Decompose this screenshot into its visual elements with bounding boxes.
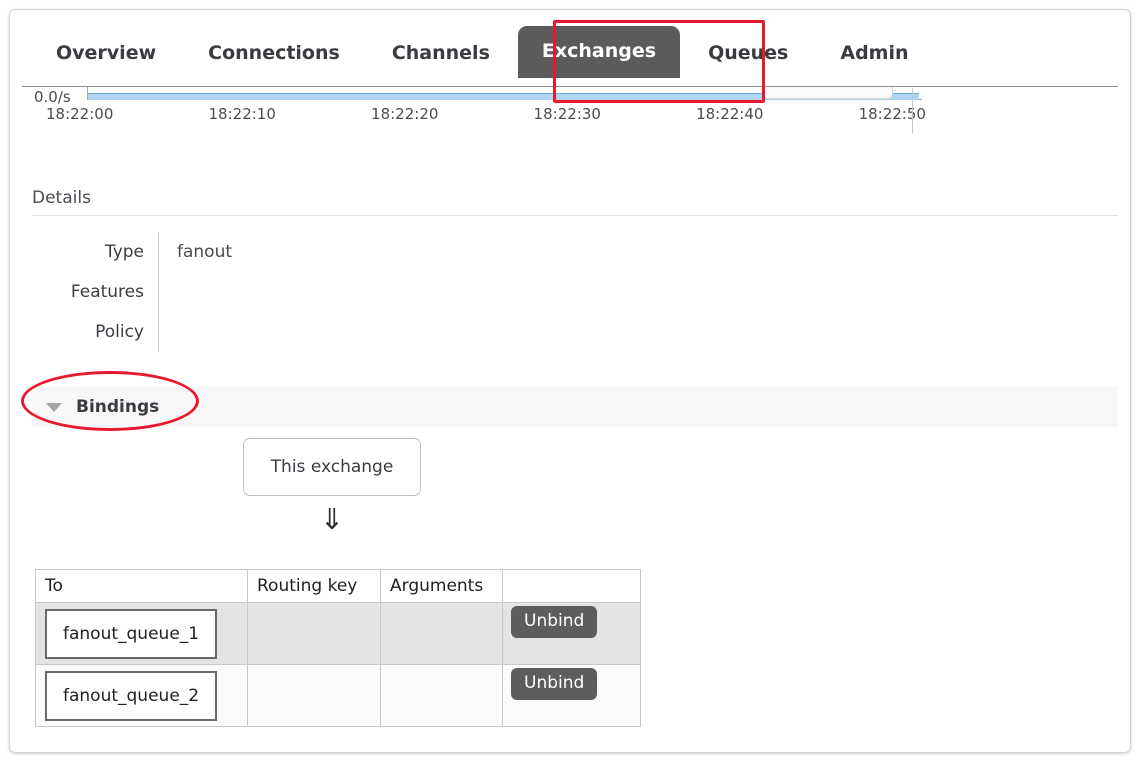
- binding-to-cell: fanout_queue_1: [36, 603, 248, 665]
- column-header-routing-key: Routing key: [248, 570, 381, 603]
- binding-arguments-cell: [381, 603, 503, 665]
- binding-arguments-cell: [381, 665, 503, 727]
- tab-exchanges[interactable]: Exchanges: [518, 26, 680, 78]
- details-row-policy: Policy: [32, 312, 397, 352]
- binding-actions-cell: Unbind: [503, 665, 641, 727]
- this-exchange-node: This exchange: [243, 438, 421, 496]
- binding-routing-key-cell: [248, 603, 381, 665]
- binding-routing-key-cell: [248, 665, 381, 727]
- binding-to-cell: fanout_queue_2: [36, 665, 248, 727]
- queue-link-fanout-queue-1[interactable]: fanout_queue_1: [45, 609, 217, 659]
- details-label-policy: Policy: [32, 312, 159, 352]
- message-rate-chart: 0.0/s 18:22:00 18:22:10 18:22:20 18:22:3…: [22, 87, 1118, 145]
- nav-tab-list: Overview Connections Channels Exchanges …: [32, 27, 937, 78]
- chart-x-tick: 18:22:50: [859, 105, 926, 123]
- details-row-type: Type fanout: [32, 232, 397, 272]
- browser-page-frame: Overview Connections Channels Exchanges …: [9, 9, 1131, 753]
- details-label-features: Features: [32, 272, 159, 312]
- chart-panel-divider: [912, 88, 913, 134]
- binding-actions-cell: Unbind: [503, 603, 641, 665]
- details-row-features: Features: [32, 272, 397, 312]
- chart-x-tick: 18:22:10: [209, 105, 276, 123]
- tab-connections[interactable]: Connections: [184, 30, 364, 78]
- unbind-button[interactable]: Unbind: [511, 668, 597, 700]
- unbind-button[interactable]: Unbind: [511, 606, 597, 638]
- tab-admin[interactable]: Admin: [816, 30, 932, 78]
- bindings-table-header-row: To Routing key Arguments: [36, 570, 641, 603]
- details-label-type: Type: [32, 232, 159, 272]
- main-navigation: Overview Connections Channels Exchanges …: [10, 10, 1130, 78]
- chevron-down-icon: [46, 403, 62, 412]
- details-value-features: [159, 272, 398, 312]
- tab-channels[interactable]: Channels: [368, 30, 514, 78]
- column-header-arguments: Arguments: [381, 570, 503, 603]
- double-down-arrow-icon: ⇓: [243, 502, 421, 536]
- page-content: Overview Connections Channels Exchanges …: [10, 10, 1130, 752]
- chart-x-tick: 18:22:40: [696, 105, 763, 123]
- chart-legend-out: (Out): [763, 87, 893, 99]
- details-table: Type fanout Features Policy: [32, 232, 397, 352]
- column-header-to: To: [36, 570, 248, 603]
- chart-x-tick: 18:22:20: [371, 105, 438, 123]
- tab-queues[interactable]: Queues: [684, 30, 812, 78]
- bindings-table: To Routing key Arguments fanout_queue_1 …: [35, 569, 641, 727]
- table-row: fanout_queue_1 Unbind: [36, 603, 641, 665]
- column-header-actions: [503, 570, 641, 603]
- chart-x-axis-ticks: 18:22:00 18:22:10 18:22:20 18:22:30 18:2…: [46, 105, 926, 123]
- details-section-heading: Details: [32, 188, 1118, 216]
- chart-x-tick: 18:22:00: [46, 105, 113, 123]
- tab-overview[interactable]: Overview: [32, 30, 180, 78]
- table-row: fanout_queue_2 Unbind: [36, 665, 641, 727]
- bindings-section-toggle[interactable]: Bindings: [32, 387, 1118, 427]
- bindings-section-heading: Bindings: [76, 397, 159, 417]
- details-value-type: fanout: [159, 232, 398, 272]
- details-value-policy: [159, 312, 398, 352]
- chart-x-tick: 18:22:30: [534, 105, 601, 123]
- chart-y-axis-label: 0.0/s: [34, 88, 71, 106]
- queue-link-fanout-queue-2[interactable]: fanout_queue_2: [45, 671, 217, 721]
